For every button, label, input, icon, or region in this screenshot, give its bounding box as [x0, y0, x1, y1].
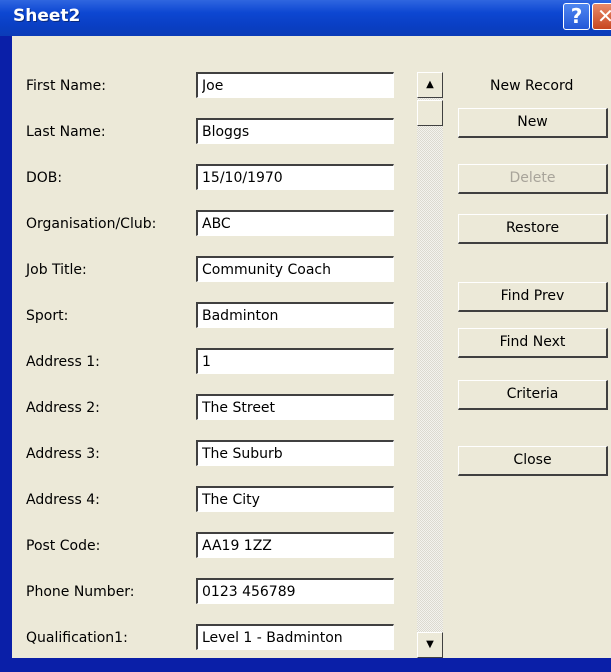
- field-row-address-4: Address 4:: [12, 486, 412, 512]
- field-row-last-name: Last Name:: [12, 118, 412, 144]
- window-bottom-border: [0, 658, 611, 672]
- record-status: New Record: [490, 78, 574, 94]
- dob-label: DOB:: [26, 170, 63, 186]
- find-prev-button[interactable]: Find Prev: [458, 282, 608, 312]
- window-title: Sheet2: [13, 6, 81, 26]
- organisation-input[interactable]: [196, 210, 394, 236]
- field-row-address-1: Address 1:: [12, 348, 412, 374]
- field-row-dob: DOB:: [12, 164, 412, 190]
- job-title-label: Job Title:: [26, 262, 87, 278]
- field-row-job-title: Job Title:: [12, 256, 412, 282]
- phone-number-input[interactable]: [196, 578, 394, 604]
- data-form-window: Sheet2 ? ✕ First Name: Last Name: DOB: O…: [0, 0, 611, 672]
- organisation-label: Organisation/Club:: [26, 216, 157, 232]
- sport-input[interactable]: [196, 302, 394, 328]
- field-row-phone-number: Phone Number:: [12, 578, 412, 604]
- job-title-input[interactable]: [196, 256, 394, 282]
- address-1-label: Address 1:: [26, 354, 100, 370]
- criteria-button[interactable]: Criteria: [458, 380, 608, 410]
- find-next-button[interactable]: Find Next: [458, 328, 608, 358]
- scroll-up-icon[interactable]: ▲: [417, 72, 443, 98]
- field-row-sport: Sport:: [12, 302, 412, 328]
- last-name-input[interactable]: [196, 118, 394, 144]
- phone-number-label: Phone Number:: [26, 584, 135, 600]
- address-4-input[interactable]: [196, 486, 394, 512]
- delete-button[interactable]: Delete: [458, 164, 608, 194]
- field-row-qualification-1: Qualification1:: [12, 624, 412, 650]
- field-row-first-name: First Name:: [12, 72, 412, 98]
- address-2-input[interactable]: [196, 394, 394, 420]
- title-bar[interactable]: Sheet2 ? ✕: [0, 0, 611, 36]
- field-row-post-code: Post Code:: [12, 532, 412, 558]
- sport-label: Sport:: [26, 308, 69, 324]
- field-row-organisation: Organisation/Club:: [12, 210, 412, 236]
- address-3-input[interactable]: [196, 440, 394, 466]
- close-button[interactable]: Close: [458, 446, 608, 476]
- address-2-label: Address 2:: [26, 400, 100, 416]
- record-scrollbar[interactable]: ▲ ▼: [417, 72, 443, 658]
- post-code-label: Post Code:: [26, 538, 101, 554]
- form-body: First Name: Last Name: DOB: Organisation…: [12, 36, 611, 658]
- field-row-address-3: Address 3:: [12, 440, 412, 466]
- close-window-button[interactable]: ✕: [592, 3, 611, 30]
- address-1-input[interactable]: [196, 348, 394, 374]
- field-row-address-2: Address 2:: [12, 394, 412, 420]
- qualification-1-input[interactable]: [196, 624, 394, 650]
- scrollbar-thumb[interactable]: [417, 100, 443, 126]
- help-button[interactable]: ?: [563, 3, 590, 30]
- scroll-down-icon[interactable]: ▼: [417, 632, 443, 658]
- dob-input[interactable]: [196, 164, 394, 190]
- new-button[interactable]: New: [458, 108, 608, 138]
- address-4-label: Address 4:: [26, 492, 100, 508]
- address-3-label: Address 3:: [26, 446, 100, 462]
- qualification-1-label: Qualification1:: [26, 630, 128, 646]
- first-name-label: First Name:: [26, 78, 106, 94]
- restore-button[interactable]: Restore: [458, 214, 608, 244]
- last-name-label: Last Name:: [26, 124, 106, 140]
- post-code-input[interactable]: [196, 532, 394, 558]
- first-name-input[interactable]: [196, 72, 394, 98]
